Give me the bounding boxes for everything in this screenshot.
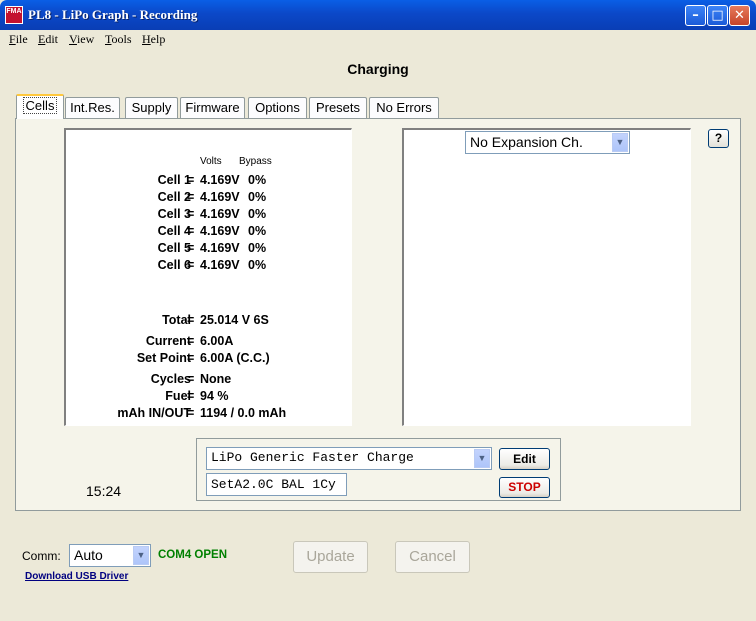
update-button[interactable]: Update — [293, 541, 368, 573]
comm-port-select[interactable]: Auto ▼ — [69, 544, 151, 567]
window-title: PL8 - LiPo Graph - Recording — [28, 7, 198, 22]
stop-button[interactable]: STOP — [499, 477, 550, 498]
tab-firmware[interactable]: Firmware — [180, 97, 245, 118]
tab-cells[interactable]: Cells — [16, 94, 64, 119]
cell-readout-panel: Volts Bypass Cell 1 = 4.169V 0% Cell 2 =… — [64, 128, 352, 426]
cell-bypass: 0% — [248, 224, 267, 238]
cell-volts: 4.169V — [200, 258, 240, 272]
equals-sign: = — [187, 207, 195, 221]
cell-bypass: 0% — [248, 173, 267, 187]
expansion-channel-value: No Expansion Ch. — [470, 134, 583, 150]
equals-sign: = — [187, 406, 195, 420]
chevron-down-icon[interactable]: ▼ — [133, 546, 149, 565]
stat-value: 6.00A (C.C.) — [200, 351, 270, 365]
column-header-bypass: Bypass — [239, 156, 272, 167]
app-logo-icon[interactable]: FMA — [5, 6, 23, 24]
stat-value: 25.014 V 6S — [200, 313, 269, 327]
cell-bypass: 0% — [248, 258, 267, 272]
expansion-channel-select[interactable]: No Expansion Ch. ▼ — [465, 131, 630, 154]
close-button[interactable]: ✕ — [729, 5, 750, 26]
profile-select[interactable]: LiPo Generic Faster Charge ▼ — [206, 447, 492, 470]
tab-no-errors[interactable]: No Errors — [369, 97, 439, 118]
profile-select-value: LiPo Generic Faster Charge — [211, 450, 414, 465]
equals-sign: = — [187, 389, 195, 403]
cell-volts: 4.169V — [200, 173, 240, 187]
tab-cells-label: Cells — [22, 97, 58, 114]
equals-sign: = — [187, 190, 195, 204]
menu-view[interactable]: View — [69, 32, 94, 47]
stat-label: Set Point — [136, 351, 191, 365]
equals-sign: = — [187, 351, 195, 365]
cell-bypass: 0% — [248, 241, 267, 255]
tab-presets[interactable]: Presets — [309, 97, 367, 118]
cell-volts: 4.169V — [200, 224, 240, 238]
download-usb-driver-link[interactable]: Download USB Driver — [25, 571, 128, 582]
cell-volts: 4.169V — [200, 190, 240, 204]
equals-sign: = — [187, 241, 195, 255]
comm-label: Comm: — [22, 549, 61, 563]
tab-options[interactable]: Options — [248, 97, 307, 118]
equals-sign: = — [187, 258, 195, 272]
equals-sign: = — [187, 372, 195, 386]
cell-volts: 4.169V — [200, 207, 240, 221]
edit-button[interactable]: Edit — [499, 448, 550, 470]
expansion-panel — [402, 128, 691, 426]
equals-sign: = — [187, 313, 195, 327]
cell-label: Cell 3 — [157, 207, 191, 221]
equals-sign: = — [187, 173, 195, 187]
cell-label: Cell 2 — [157, 190, 191, 204]
equals-sign: = — [187, 334, 195, 348]
cell-label: Cell 6 — [157, 258, 191, 272]
chevron-down-icon[interactable]: ▼ — [474, 449, 490, 468]
help-button[interactable]: ? — [708, 129, 729, 148]
comm-status: COM4 OPEN — [158, 549, 228, 561]
menu-edit[interactable]: Edit — [38, 32, 58, 47]
cancel-button[interactable]: Cancel — [395, 541, 470, 573]
elapsed-time: 15:24 — [86, 483, 122, 499]
chevron-down-icon[interactable]: ▼ — [612, 133, 628, 152]
column-header-volts: Volts — [200, 156, 222, 167]
cell-volts: 4.169V — [200, 241, 240, 255]
tab-int-res[interactable]: Int.Res. — [65, 97, 120, 118]
cell-label: Cell 4 — [157, 224, 191, 238]
equals-sign: = — [187, 224, 195, 238]
stat-value: 94 % — [200, 389, 229, 403]
stat-label: mAh IN/OUT — [117, 406, 191, 420]
stat-label: Cycles — [150, 372, 191, 386]
menu-tools[interactable]: Tools — [105, 32, 132, 47]
cell-bypass: 0% — [248, 190, 267, 204]
menu-help[interactable]: Help — [142, 32, 165, 47]
cell-label: Cell 5 — [157, 241, 191, 255]
cell-bypass: 0% — [248, 207, 267, 221]
stat-value: 1194 / 0.0 mAh — [200, 406, 287, 420]
stat-value: None — [200, 372, 232, 386]
tab-supply[interactable]: Supply — [125, 97, 178, 118]
menu-file[interactable]: File — [9, 32, 28, 47]
status-heading: Charging — [347, 61, 409, 77]
minimize-button[interactable]: – — [685, 5, 706, 26]
maximize-button[interactable]: □ — [707, 5, 728, 26]
charge-status-field: SetA2.0C BAL 1Cy — [206, 473, 347, 496]
stat-label: Current — [145, 334, 191, 348]
stat-value: 6.00A — [200, 334, 234, 348]
cell-label: Cell 1 — [157, 173, 191, 187]
comm-port-value: Auto — [74, 547, 103, 563]
